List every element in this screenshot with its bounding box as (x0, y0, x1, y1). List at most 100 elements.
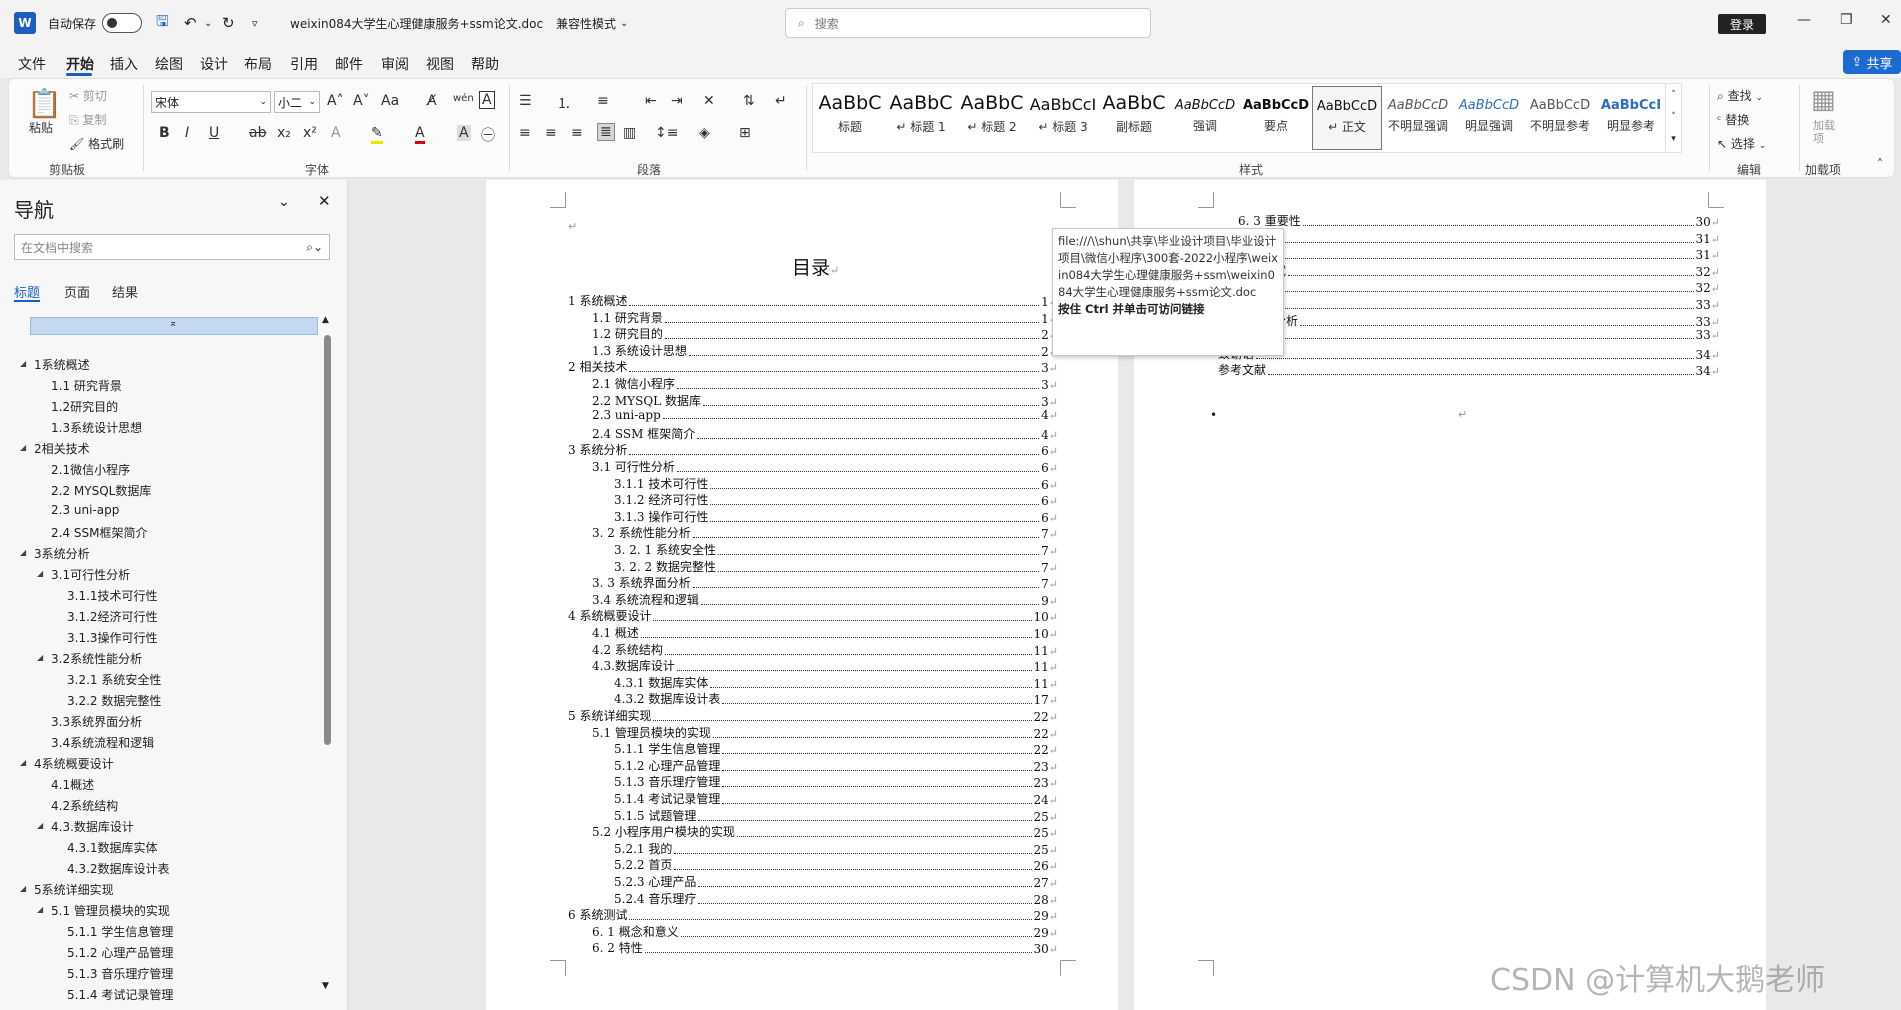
toc-entry[interactable]: 3. 2. 1 系统安全性 7 ↵ (614, 541, 1058, 558)
character-border-icon[interactable]: A (479, 91, 495, 109)
nav-tab-pages[interactable]: 页面 (64, 282, 90, 301)
close-window-icon[interactable]: ✕ (1880, 12, 1892, 28)
toc-entry[interactable]: 5.1 管理员模块的实现 22 ↵ (592, 724, 1058, 741)
nav-heading-item[interactable]: 4.2系统结构 (51, 797, 118, 814)
toc-entry[interactable]: 1.2 研究目的2↵ (592, 325, 1058, 342)
collapse-triangle-icon[interactable]: ◢ (20, 884, 26, 893)
nav-heading-item[interactable]: 5.1.3 音乐理疗管理 (67, 965, 173, 982)
collapse-triangle-icon[interactable]: ◢ (37, 905, 43, 914)
toc-entry[interactable]: 3.1.2 经济可行性 6 ↵ (614, 491, 1058, 508)
subscript-icon[interactable]: x₂ (277, 125, 291, 141)
nav-heading-item[interactable]: 3.4系统流程和逻辑 (51, 734, 154, 751)
style-heading-2[interactable]: AaBbC ↵ 标题 2 (957, 86, 1027, 150)
clear-format-icon[interactable]: A̸ (427, 93, 437, 109)
tab-mailings[interactable]: 邮件 (335, 54, 363, 74)
shading-icon[interactable]: ◈ (699, 125, 710, 141)
toc-entry[interactable]: 4.2 系统结构 11 ↵ (592, 641, 1058, 658)
minimize-icon[interactable]: — (1797, 12, 1811, 28)
nav-heading-item[interactable]: 3.2.2 数据完整性 (67, 692, 161, 709)
nav-heading-item[interactable]: 4.1概述 (51, 776, 94, 793)
paste-icon[interactable]: 📋 (27, 87, 62, 120)
nav-heading-item[interactable]: 4.3.1数据库实体 (67, 839, 158, 856)
find-button[interactable]: ⌕ 查找 ⌄ (1717, 87, 1763, 104)
style-heading-3[interactable]: AaBbCcI ↵ 标题 3 (1028, 86, 1098, 150)
chevron-down-icon[interactable]: ⌄ (278, 194, 290, 210)
asian-layout-icon[interactable]: ✕ (703, 93, 715, 109)
style-normal[interactable]: AaBbCcD ↵ 正文 (1312, 86, 1382, 150)
toc-entry[interactable]: 能测试31↵ (1238, 245, 1720, 262)
toc-entry[interactable]: 5.2 小程序用户模块的实现 25 ↵ (592, 823, 1058, 840)
increase-indent-icon[interactable]: ⇥ (671, 93, 683, 109)
toc-entry[interactable]: 3. 3 系统界面分析 7 ↵ (592, 574, 1058, 591)
tab-draw[interactable]: 绘图 (155, 54, 183, 74)
autosave-toggle[interactable]: 关 (102, 0, 142, 46)
nav-heading-item[interactable]: 3.1.3操作可行性 (67, 629, 158, 646)
nav-heading-item[interactable]: 2相关技术 (34, 440, 90, 457)
tab-references[interactable]: 引用 (290, 54, 318, 74)
save-icon[interactable]: 🖫 (156, 0, 169, 46)
toc-entry[interactable]: 3.1 可行性分析 6 ↵ (592, 458, 1058, 475)
style-subtitle[interactable]: AaBbC 副标题 (1099, 86, 1169, 150)
tab-insert[interactable]: 插入 (110, 54, 138, 74)
nav-heading-item[interactable]: 3.2系统性能分析 (51, 650, 142, 667)
style-subtle-reference[interactable]: AaBbCcD 不明显参考 (1525, 86, 1595, 150)
toc-entry[interactable]: 2.1 微信小程序 3 ↵ (592, 375, 1058, 392)
tab-design[interactable]: 设计 (200, 54, 228, 74)
replace-button[interactable]: ᶜ 替换 (1717, 111, 1749, 128)
toc-entry[interactable]: 5.2.2 首页 26 ↵ (614, 856, 1058, 873)
restore-icon[interactable]: ❐ (1840, 12, 1853, 28)
nav-heading-item[interactable]: 4系统概要设计 (34, 755, 114, 772)
toc-entry[interactable]: 用性测试32↵ (1238, 262, 1720, 279)
strikethrough-icon[interactable]: ab (249, 125, 266, 141)
toc-entry[interactable]: 3.1.3 操作可行性 6 ↵ (614, 508, 1058, 525)
copy-button[interactable]: ⎘ 复制 (69, 111, 106, 128)
toc-entry[interactable]: 5.1.2 心理产品管理 23 ↵ (614, 757, 1058, 774)
toc-entry[interactable]: 2.4 SSM 框架简介 4 ↵ (592, 425, 1058, 442)
toc-entry[interactable]: 5.1.3 音乐理疗管理 23 ↵ (614, 773, 1058, 790)
compat-mode-label[interactable]: 兼容性模式 ⌄ (556, 0, 628, 46)
toc-entry[interactable]: 能测试32↵ (1238, 278, 1720, 295)
collapse-triangle-icon[interactable]: ◢ (20, 359, 26, 368)
search-input[interactable]: ⌕ 搜索 (785, 8, 1151, 38)
nav-heading-item[interactable]: 5.1.4 考试记录管理 (67, 986, 173, 1003)
close-icon[interactable]: ✕ (318, 192, 331, 210)
grow-font-icon[interactable]: A˄ (327, 93, 344, 109)
tab-review[interactable]: 审阅 (381, 54, 409, 74)
nav-heading-item[interactable]: 1.1 研究背景 (51, 377, 122, 394)
toc-entry[interactable]: 4.3.1 数据库实体 11 ↵ (614, 674, 1058, 691)
search-icon[interactable]: ⌕⌄ (306, 240, 323, 255)
tab-layout[interactable]: 布局 (244, 54, 272, 74)
toc-entry[interactable]: 33 ↵ (1238, 328, 1720, 342)
nav-search-input[interactable]: 在文档中搜索 ⌕⌄ (14, 234, 330, 260)
underline-icon[interactable]: U (209, 125, 219, 141)
toc-entry[interactable]: 2.3 uni-app 4 ↵ (592, 408, 1058, 422)
character-shading-icon[interactable]: A (457, 125, 471, 141)
tab-file[interactable]: 文件 (18, 54, 46, 74)
enclose-characters-icon[interactable]: ㊀ (481, 125, 495, 145)
undo-dropdown-icon[interactable]: ⌄ (204, 0, 212, 46)
nav-heading-item[interactable]: 5系统详细实现 (34, 881, 114, 898)
tab-help[interactable]: 帮助 (471, 54, 499, 74)
toc-entry[interactable]: 6. 1 概念和意义 29 ↵ (592, 923, 1058, 940)
toc-entry[interactable]: 1.3 系统设计思想2↵ (592, 342, 1058, 359)
nav-collapse-top[interactable]: ⌅ (30, 317, 318, 335)
redo-icon[interactable]: ↻ (222, 0, 235, 46)
toc-entry[interactable]: 3.4 系统流程和逻辑 9 ↵ (592, 591, 1058, 608)
style-intense-reference[interactable]: AaBbCcI 明显参考 (1596, 86, 1666, 150)
numbering-icon[interactable]: ⒈ (557, 93, 571, 113)
toc-entry[interactable]: 6 系统测试 29 ↵ (568, 906, 1058, 923)
toc-entry[interactable]: 2 相关技术 3 ↵ (568, 358, 1058, 375)
share-button[interactable]: ⇪ 共享 (1843, 50, 1901, 74)
toc-entry[interactable]: 6. 2 特性 30 ↵ (592, 939, 1058, 956)
addins-button[interactable]: 加载项 (1813, 119, 1843, 145)
toc-entry[interactable]: 5.1.5 试题管理 25 ↵ (614, 807, 1058, 824)
style-strong[interactable]: AaBbCcD 要点 (1241, 86, 1311, 150)
tab-home[interactable]: 开始 (66, 54, 94, 74)
document-page-1[interactable]: ↵ 目录↵ 1 系统概述1↵1.1 研究背景1↵1.2 研究目的2↵1.3 系统… (486, 180, 1118, 1010)
word-app-icon[interactable]: W (14, 12, 36, 34)
nav-heading-item[interactable]: 3.1.2经济可行性 (67, 608, 158, 625)
collapse-triangle-icon[interactable]: ◢ (37, 569, 43, 578)
nav-heading-item[interactable]: 3系统分析 (34, 545, 90, 562)
nav-heading-item[interactable]: 4.3.数据库设计 (51, 818, 134, 835)
styles-scroll[interactable]: ˄ ˅ ▾ (1665, 84, 1681, 152)
